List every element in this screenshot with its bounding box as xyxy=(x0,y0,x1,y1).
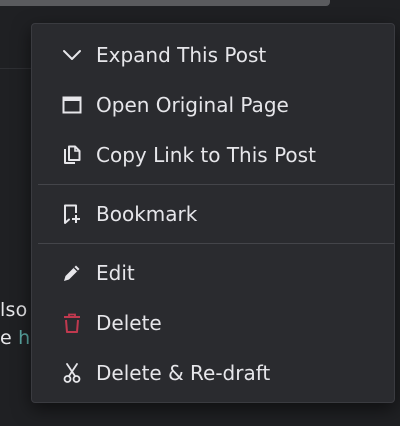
menu-item-delete[interactable]: Delete xyxy=(32,300,394,346)
menu-item-label: Bookmark xyxy=(96,202,198,226)
menu-item-label: Edit xyxy=(96,261,135,285)
copy-icon xyxy=(59,142,85,168)
post-link[interactable]: h xyxy=(18,327,30,349)
post-context-menu: Expand This Post Open Original Page Copy… xyxy=(31,23,395,403)
pencil-icon xyxy=(59,260,85,286)
menu-item-expand-post[interactable]: Expand This Post xyxy=(32,32,394,78)
post-text-fragment: e xyxy=(0,327,19,349)
scissors-icon xyxy=(59,360,85,386)
bookmark-add-icon xyxy=(59,201,85,227)
menu-separator xyxy=(38,243,394,244)
menu-item-copy-link[interactable]: Copy Link to This Post xyxy=(32,132,394,178)
menu-item-label: Expand This Post xyxy=(96,43,267,67)
post-text-line: lso xyxy=(0,299,27,321)
menu-item-edit[interactable]: Edit xyxy=(32,250,394,296)
menu-item-label: Delete xyxy=(96,311,162,335)
post-text-line: e h xyxy=(0,327,30,349)
menu-item-label: Open Original Page xyxy=(96,93,289,117)
scroll-indicator xyxy=(0,0,330,6)
menu-item-label: Delete & Re-draft xyxy=(96,361,271,385)
menu-item-label: Copy Link to This Post xyxy=(96,143,316,167)
menu-separator xyxy=(38,184,394,185)
trash-icon xyxy=(59,310,85,336)
window-icon xyxy=(59,92,85,118)
menu-item-open-original[interactable]: Open Original Page xyxy=(32,82,394,128)
post-text-fragment: lso xyxy=(0,299,28,321)
chevron-down-icon xyxy=(59,42,85,68)
menu-item-bookmark[interactable]: Bookmark xyxy=(32,191,394,237)
menu-item-delete-redraft[interactable]: Delete & Re-draft xyxy=(32,350,394,396)
